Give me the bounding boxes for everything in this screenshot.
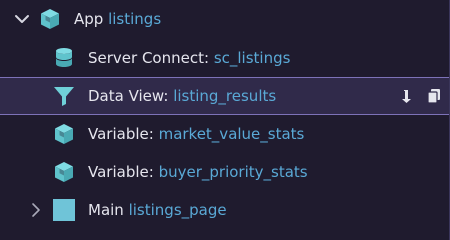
app-structure-tree: App listings Server Connect: sc_listings… <box>0 0 450 240</box>
tree-item-name: sc_listings <box>213 49 291 67</box>
tree-item-label: Data View: listing_results <box>88 87 276 105</box>
tree-item-name: listings <box>108 10 162 28</box>
tree-item-label: App listings <box>74 10 161 28</box>
tree-item-data-view[interactable]: Data View: listing_results <box>0 77 450 115</box>
tree-item-type: Data View: <box>88 87 169 105</box>
tree-item-label: Server Connect: sc_listings <box>88 49 290 67</box>
tree-item-server-connect[interactable]: Server Connect: sc_listings <box>0 39 450 77</box>
chevron-down-icon[interactable] <box>14 11 30 27</box>
chevron-right-icon[interactable] <box>28 202 44 218</box>
cube-icon <box>52 122 76 146</box>
tree-item-actions <box>400 78 442 114</box>
cube-icon <box>38 7 62 31</box>
tree-item-label: Main listings_page <box>88 201 227 219</box>
tree-item-name: market_value_stats <box>158 125 305 143</box>
database-icon <box>52 46 76 70</box>
tree-item-type: Server Connect: <box>88 49 210 67</box>
copy-icon[interactable] <box>426 88 442 104</box>
sort-down-icon[interactable] <box>400 88 416 104</box>
tree-item-app-listings[interactable]: App listings <box>0 0 450 38</box>
tree-item-type: Main <box>88 201 124 219</box>
tree-item-type: App <box>74 10 104 28</box>
square-icon <box>52 198 76 222</box>
tree-item-variable-buyer-priority-stats[interactable]: Variable: buyer_priority_stats <box>0 153 450 191</box>
tree-item-label: Variable: buyer_priority_stats <box>88 163 308 181</box>
tree-item-name: listing_results <box>173 87 277 105</box>
tree-item-label: Variable: market_value_stats <box>88 125 304 143</box>
filter-icon <box>52 84 76 108</box>
cube-icon <box>52 160 76 184</box>
tree-item-main-listings-page[interactable]: Main listings_page <box>0 191 450 229</box>
tree-item-name: listings_page <box>128 201 227 219</box>
tree-item-name: buyer_priority_stats <box>158 163 308 181</box>
tree-item-type: Variable: <box>88 163 154 181</box>
tree-item-type: Variable: <box>88 125 154 143</box>
tree-item-variable-market-value-stats[interactable]: Variable: market_value_stats <box>0 115 450 153</box>
